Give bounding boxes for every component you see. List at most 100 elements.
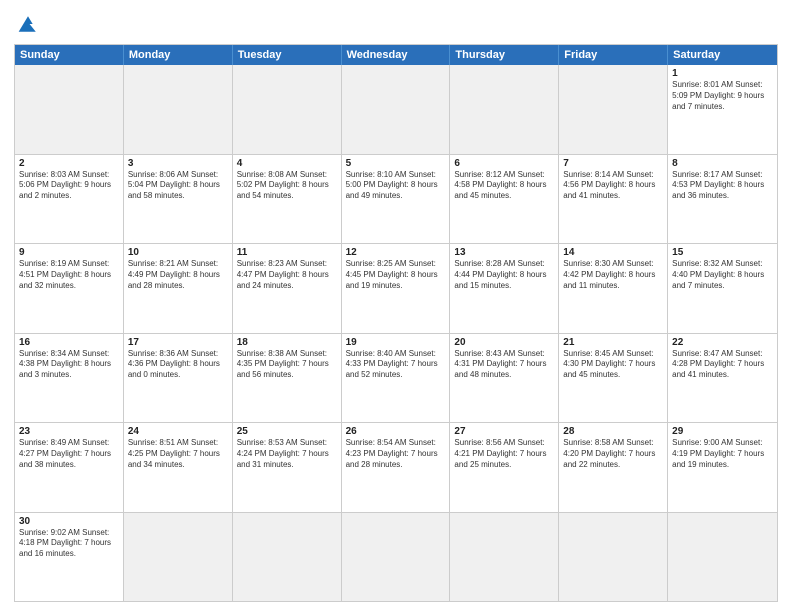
day-number: 1 [672, 68, 773, 79]
day-cell: 19Sunrise: 8:40 AM Sunset: 4:33 PM Dayli… [342, 334, 451, 423]
day-number: 28 [563, 426, 663, 437]
logo [14, 10, 46, 38]
day-number: 9 [19, 247, 119, 258]
day-info: Sunrise: 8:36 AM Sunset: 4:36 PM Dayligh… [128, 349, 228, 381]
day-cell: 26Sunrise: 8:54 AM Sunset: 4:23 PM Dayli… [342, 423, 451, 512]
day-cell: 20Sunrise: 8:43 AM Sunset: 4:31 PM Dayli… [450, 334, 559, 423]
day-number: 26 [346, 426, 446, 437]
day-info: Sunrise: 8:38 AM Sunset: 4:35 PM Dayligh… [237, 349, 337, 381]
day-cell: 16Sunrise: 8:34 AM Sunset: 4:38 PM Dayli… [15, 334, 124, 423]
day-info: Sunrise: 8:06 AM Sunset: 5:04 PM Dayligh… [128, 170, 228, 202]
day-number: 3 [128, 158, 228, 169]
day-cell: 8Sunrise: 8:17 AM Sunset: 4:53 PM Daylig… [668, 155, 777, 244]
day-info: Sunrise: 8:12 AM Sunset: 4:58 PM Dayligh… [454, 170, 554, 202]
day-number: 22 [672, 337, 773, 348]
day-info: Sunrise: 8:14 AM Sunset: 4:56 PM Dayligh… [563, 170, 663, 202]
day-cell: 2Sunrise: 8:03 AM Sunset: 5:06 PM Daylig… [15, 155, 124, 244]
day-info: Sunrise: 8:17 AM Sunset: 4:53 PM Dayligh… [672, 170, 773, 202]
day-info: Sunrise: 9:00 AM Sunset: 4:19 PM Dayligh… [672, 438, 773, 470]
day-number: 6 [454, 158, 554, 169]
day-cell [15, 65, 124, 154]
day-cell: 18Sunrise: 8:38 AM Sunset: 4:35 PM Dayli… [233, 334, 342, 423]
day-info: Sunrise: 8:10 AM Sunset: 5:00 PM Dayligh… [346, 170, 446, 202]
week-row-1: 2Sunrise: 8:03 AM Sunset: 5:06 PM Daylig… [15, 155, 777, 245]
day-cell [450, 65, 559, 154]
day-cell: 15Sunrise: 8:32 AM Sunset: 4:40 PM Dayli… [668, 244, 777, 333]
day-info: Sunrise: 8:01 AM Sunset: 5:09 PM Dayligh… [672, 80, 773, 112]
day-cell: 9Sunrise: 8:19 AM Sunset: 4:51 PM Daylig… [15, 244, 124, 333]
day-cell: 11Sunrise: 8:23 AM Sunset: 4:47 PM Dayli… [233, 244, 342, 333]
day-number: 10 [128, 247, 228, 258]
day-cell: 12Sunrise: 8:25 AM Sunset: 4:45 PM Dayli… [342, 244, 451, 333]
week-row-5: 30Sunrise: 9:02 AM Sunset: 4:18 PM Dayli… [15, 513, 777, 602]
day-info: Sunrise: 8:54 AM Sunset: 4:23 PM Dayligh… [346, 438, 446, 470]
day-number: 7 [563, 158, 663, 169]
day-cell [342, 513, 451, 602]
day-header-thursday: Thursday [450, 45, 559, 65]
day-number: 11 [237, 247, 337, 258]
page: SundayMondayTuesdayWednesdayThursdayFrid… [0, 0, 792, 612]
day-cell: 17Sunrise: 8:36 AM Sunset: 4:36 PM Dayli… [124, 334, 233, 423]
day-info: Sunrise: 8:40 AM Sunset: 4:33 PM Dayligh… [346, 349, 446, 381]
day-number: 8 [672, 158, 773, 169]
day-headers: SundayMondayTuesdayWednesdayThursdayFrid… [15, 45, 777, 65]
day-info: Sunrise: 8:03 AM Sunset: 5:06 PM Dayligh… [19, 170, 119, 202]
day-info: Sunrise: 8:53 AM Sunset: 4:24 PM Dayligh… [237, 438, 337, 470]
day-header-monday: Monday [124, 45, 233, 65]
day-info: Sunrise: 8:34 AM Sunset: 4:38 PM Dayligh… [19, 349, 119, 381]
day-cell [450, 513, 559, 602]
day-number: 30 [19, 516, 119, 527]
day-number: 18 [237, 337, 337, 348]
day-header-sunday: Sunday [15, 45, 124, 65]
day-number: 27 [454, 426, 554, 437]
day-header-tuesday: Tuesday [233, 45, 342, 65]
day-number: 23 [19, 426, 119, 437]
day-header-wednesday: Wednesday [342, 45, 451, 65]
day-info: Sunrise: 8:58 AM Sunset: 4:20 PM Dayligh… [563, 438, 663, 470]
day-cell [124, 513, 233, 602]
day-info: Sunrise: 8:45 AM Sunset: 4:30 PM Dayligh… [563, 349, 663, 381]
week-row-4: 23Sunrise: 8:49 AM Sunset: 4:27 PM Dayli… [15, 423, 777, 513]
day-header-friday: Friday [559, 45, 668, 65]
day-number: 21 [563, 337, 663, 348]
day-cell: 30Sunrise: 9:02 AM Sunset: 4:18 PM Dayli… [15, 513, 124, 602]
day-cell: 29Sunrise: 9:00 AM Sunset: 4:19 PM Dayli… [668, 423, 777, 512]
day-cell [233, 65, 342, 154]
day-cell [124, 65, 233, 154]
day-cell [668, 513, 777, 602]
day-number: 2 [19, 158, 119, 169]
day-cell: 21Sunrise: 8:45 AM Sunset: 4:30 PM Dayli… [559, 334, 668, 423]
calendar-body: 1Sunrise: 8:01 AM Sunset: 5:09 PM Daylig… [15, 65, 777, 601]
week-row-3: 16Sunrise: 8:34 AM Sunset: 4:38 PM Dayli… [15, 334, 777, 424]
day-cell: 25Sunrise: 8:53 AM Sunset: 4:24 PM Dayli… [233, 423, 342, 512]
week-row-2: 9Sunrise: 8:19 AM Sunset: 4:51 PM Daylig… [15, 244, 777, 334]
day-info: Sunrise: 8:19 AM Sunset: 4:51 PM Dayligh… [19, 259, 119, 291]
day-info: Sunrise: 8:56 AM Sunset: 4:21 PM Dayligh… [454, 438, 554, 470]
day-number: 24 [128, 426, 228, 437]
day-number: 16 [19, 337, 119, 348]
day-cell [233, 513, 342, 602]
day-number: 15 [672, 247, 773, 258]
day-cell: 7Sunrise: 8:14 AM Sunset: 4:56 PM Daylig… [559, 155, 668, 244]
day-cell: 4Sunrise: 8:08 AM Sunset: 5:02 PM Daylig… [233, 155, 342, 244]
day-cell: 6Sunrise: 8:12 AM Sunset: 4:58 PM Daylig… [450, 155, 559, 244]
day-number: 5 [346, 158, 446, 169]
day-number: 4 [237, 158, 337, 169]
day-info: Sunrise: 8:08 AM Sunset: 5:02 PM Dayligh… [237, 170, 337, 202]
day-cell: 1Sunrise: 8:01 AM Sunset: 5:09 PM Daylig… [668, 65, 777, 154]
day-number: 17 [128, 337, 228, 348]
day-info: Sunrise: 8:28 AM Sunset: 4:44 PM Dayligh… [454, 259, 554, 291]
day-info: Sunrise: 8:49 AM Sunset: 4:27 PM Dayligh… [19, 438, 119, 470]
day-header-saturday: Saturday [668, 45, 777, 65]
day-cell: 28Sunrise: 8:58 AM Sunset: 4:20 PM Dayli… [559, 423, 668, 512]
day-info: Sunrise: 8:25 AM Sunset: 4:45 PM Dayligh… [346, 259, 446, 291]
calendar: SundayMondayTuesdayWednesdayThursdayFrid… [14, 44, 778, 602]
day-cell: 10Sunrise: 8:21 AM Sunset: 4:49 PM Dayli… [124, 244, 233, 333]
day-info: Sunrise: 8:51 AM Sunset: 4:25 PM Dayligh… [128, 438, 228, 470]
day-cell: 14Sunrise: 8:30 AM Sunset: 4:42 PM Dayli… [559, 244, 668, 333]
day-number: 14 [563, 247, 663, 258]
week-row-0: 1Sunrise: 8:01 AM Sunset: 5:09 PM Daylig… [15, 65, 777, 155]
day-cell: 13Sunrise: 8:28 AM Sunset: 4:44 PM Dayli… [450, 244, 559, 333]
day-number: 13 [454, 247, 554, 258]
day-info: Sunrise: 8:21 AM Sunset: 4:49 PM Dayligh… [128, 259, 228, 291]
